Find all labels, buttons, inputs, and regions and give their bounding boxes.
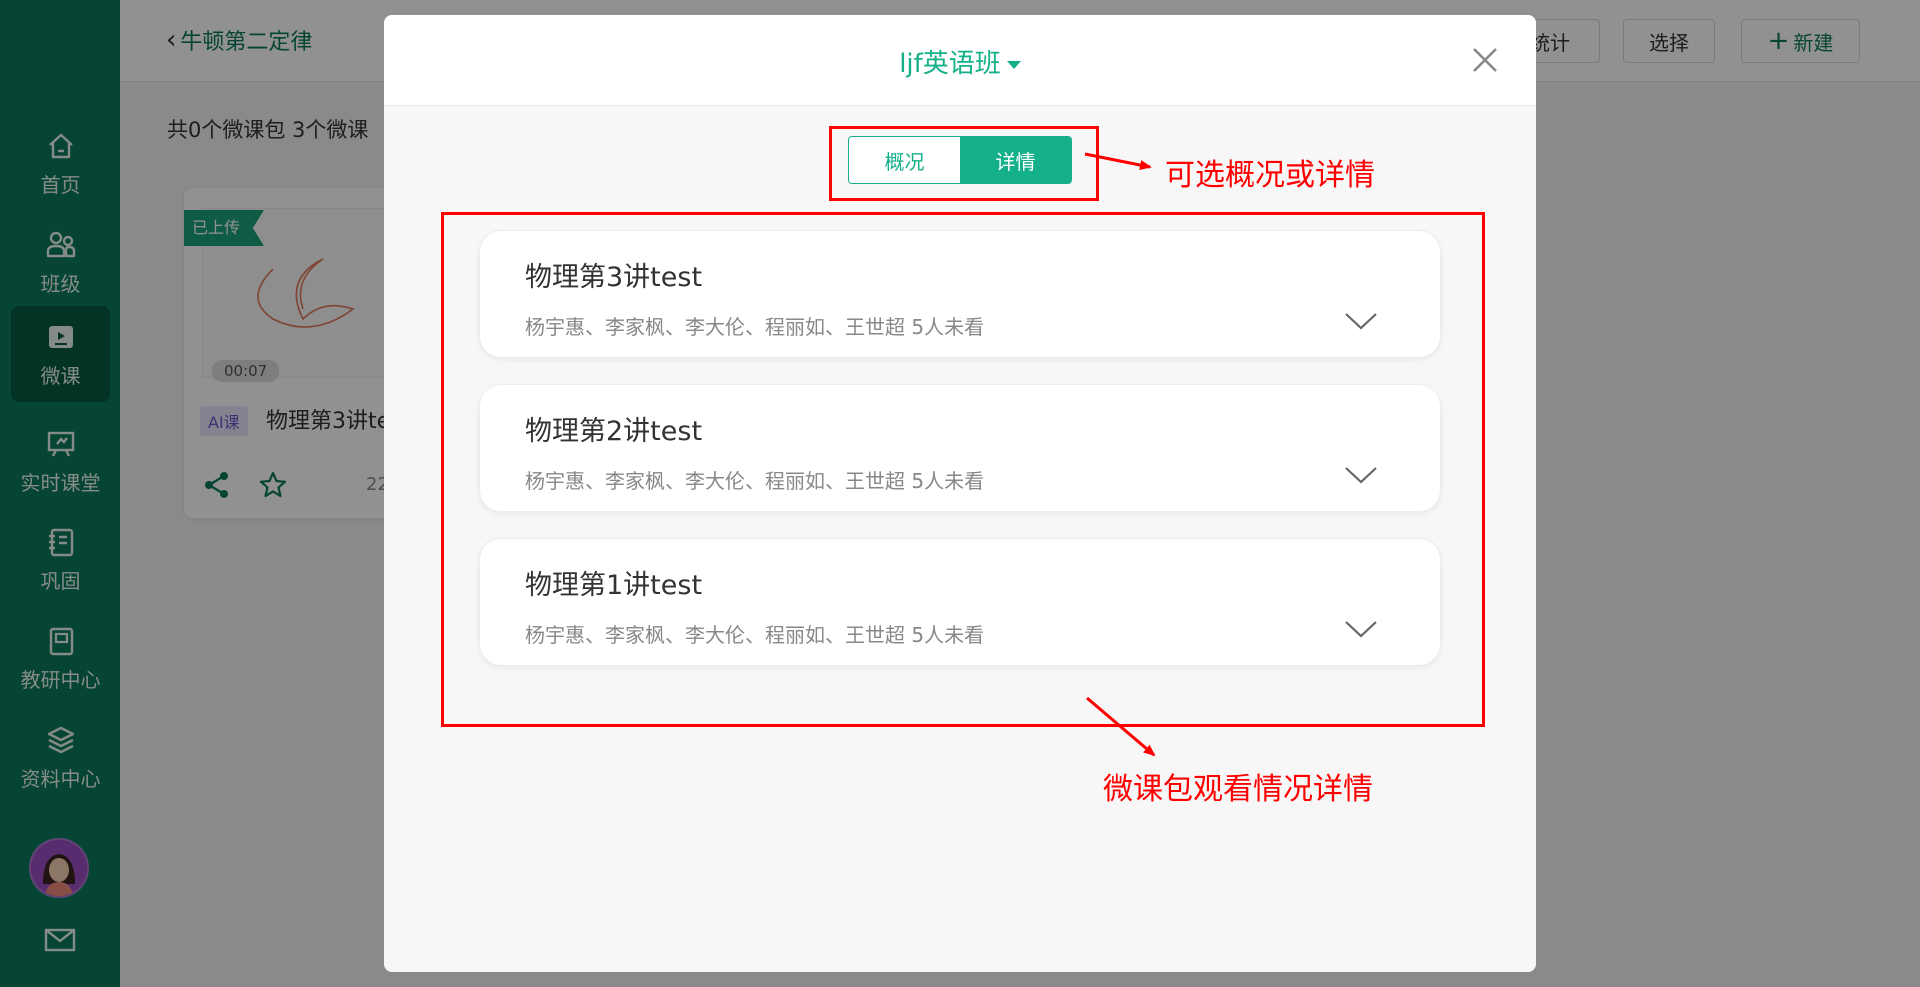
class-selector[interactable]: ljf英语班 (384, 43, 1536, 80)
annotation-text-toggle: 可选概况或详情 (1165, 158, 1375, 193)
annotation-box-toggle (829, 126, 1099, 201)
modal-title: ljf英语班 (899, 49, 1001, 79)
caret-down-icon (1006, 60, 1021, 69)
annotation-box-list (441, 212, 1485, 727)
annotation-text-list: 微课包观看情况详情 (1103, 772, 1373, 807)
modal-header: ljf英语班 (384, 15, 1536, 106)
close-icon[interactable] (1470, 45, 1500, 75)
